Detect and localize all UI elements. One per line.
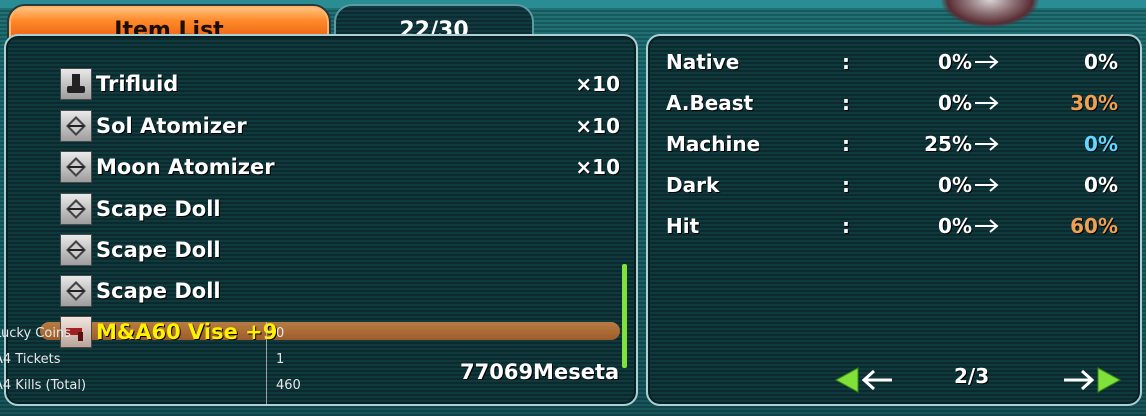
stat-to: 0% xyxy=(1084,50,1118,74)
arrow-right-icon xyxy=(974,216,1000,240)
overlay-label: A4 Tickets xyxy=(0,352,61,367)
arrow-right-icon xyxy=(974,175,1000,199)
list-item[interactable]: Moon Atomizer ×10 xyxy=(60,148,620,186)
item-quantity: ×10 xyxy=(575,155,620,179)
list-item[interactable]: Trifluid ×10 xyxy=(60,65,620,103)
list-item[interactable]: Scape Doll xyxy=(60,190,620,228)
stat-colon: : xyxy=(842,50,850,74)
stat-row: Machine : 25% 0% xyxy=(666,132,1120,162)
stat-row: A.Beast : 0% 30% xyxy=(666,91,1120,121)
diamond-item-icon xyxy=(60,275,92,307)
overlay-row: Lucky Coins 0 xyxy=(0,326,320,348)
stat-to: 60% xyxy=(1070,214,1118,238)
stat-colon: : xyxy=(842,214,850,238)
item-name: Scape Doll xyxy=(96,279,221,303)
page-navigator: 2/3 xyxy=(834,364,1124,396)
diamond-item-icon xyxy=(60,234,92,266)
stat-from: 0% xyxy=(938,91,972,115)
stat-colon: : xyxy=(842,132,850,156)
meseta-amount: 77069Meseta xyxy=(460,360,620,384)
prev-page-button[interactable] xyxy=(834,366,894,398)
overlay-value: 1 xyxy=(276,352,285,367)
list-item[interactable]: Scape Doll xyxy=(60,272,620,310)
stat-to: 0% xyxy=(1084,173,1118,197)
stat-from: 0% xyxy=(938,214,972,238)
stat-name: Hit xyxy=(666,214,700,238)
overlay-label: A4 Kills (Total) xyxy=(0,378,87,393)
page-indicator: 2/3 xyxy=(954,364,990,388)
stat-colon: : xyxy=(842,91,850,115)
stat-to: 30% xyxy=(1070,91,1118,115)
diamond-item-icon xyxy=(60,193,92,225)
stat-row: Dark : 0% 0% xyxy=(666,173,1120,203)
list-item[interactable]: Scape Doll xyxy=(60,231,620,269)
overlay-value: 0 xyxy=(276,326,285,341)
item-quantity: ×10 xyxy=(575,72,620,96)
scrollbar[interactable] xyxy=(622,264,627,368)
item-quantity: ×10 xyxy=(575,114,620,138)
stat-row: Hit : 0% 60% xyxy=(666,214,1120,244)
item-name: Sol Atomizer xyxy=(96,114,247,138)
overlay-row: A4 Kills (Total) 460 xyxy=(0,378,320,400)
overlay-value: 460 xyxy=(276,378,301,393)
overlay-row: A4 Tickets 1 xyxy=(0,352,320,374)
next-page-button[interactable] xyxy=(1062,366,1122,398)
character-figure xyxy=(940,0,1040,28)
stat-name: A.Beast xyxy=(666,91,754,115)
arrow-right-icon xyxy=(974,52,1000,76)
list-item[interactable]: Sol Atomizer ×10 xyxy=(60,107,620,145)
overlay-label: Lucky Coins xyxy=(0,326,71,341)
diamond-item-icon xyxy=(60,151,92,183)
counter-overlay: Lucky Coins 0 A4 Tickets 1 A4 Kills (Tot… xyxy=(0,322,320,406)
stat-from: 0% xyxy=(938,173,972,197)
stat-from: 0% xyxy=(938,50,972,74)
diamond-item-icon xyxy=(60,110,92,142)
stat-colon: : xyxy=(842,173,850,197)
stat-from: 25% xyxy=(924,132,972,156)
arrow-right-icon xyxy=(974,93,1000,117)
item-name: Moon Atomizer xyxy=(96,155,275,179)
stat-name: Native xyxy=(666,50,740,74)
fluid-icon xyxy=(60,68,92,100)
arrow-right-icon xyxy=(974,134,1000,158)
item-name: Scape Doll xyxy=(96,197,221,221)
stat-name: Dark xyxy=(666,173,720,197)
item-name: Scape Doll xyxy=(96,238,221,262)
stat-name: Machine xyxy=(666,132,761,156)
item-name: Trifluid xyxy=(96,72,179,96)
stat-to: 0% xyxy=(1084,132,1118,156)
stat-row: Native : 0% 0% xyxy=(666,50,1120,80)
